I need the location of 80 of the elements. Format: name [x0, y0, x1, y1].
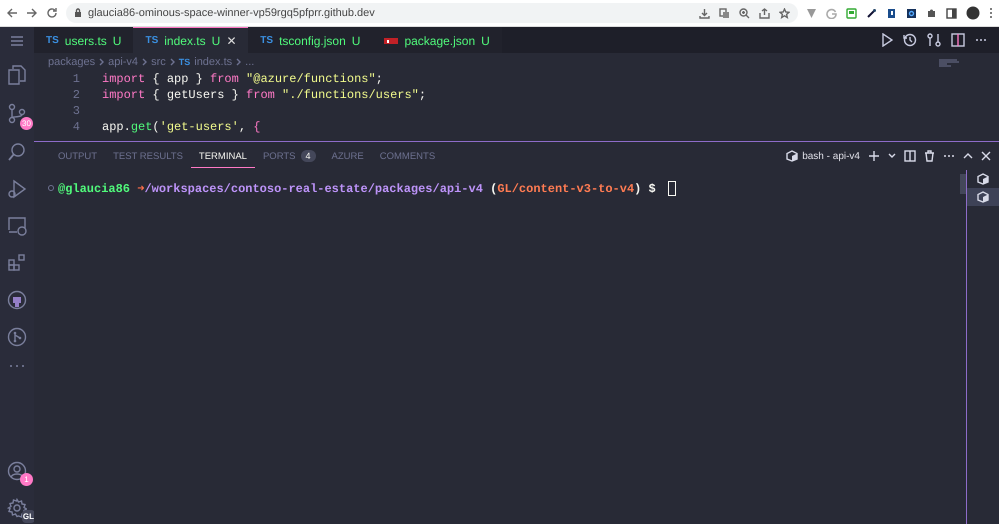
- code-line: app.get('get-users', {: [102, 120, 260, 134]
- terminal-list-item[interactable]: [967, 188, 999, 206]
- line-number: 4: [72, 120, 81, 134]
- editor-tab[interactable]: TS index.ts U ✕: [133, 27, 248, 53]
- search-icon[interactable]: [7, 142, 27, 162]
- trash-icon[interactable]: [924, 150, 935, 162]
- code-line: import { app } from "@azure/functions";: [102, 72, 383, 86]
- ports-count-badge: 4: [300, 150, 316, 162]
- chevron-icon: [170, 58, 175, 66]
- address-bar[interactable]: glaucia86-ominous-space-winner-vp59rgq5pfprr.github.dev: [66, 3, 798, 23]
- menu-icon[interactable]: [10, 35, 24, 47]
- line-number: 2: [72, 88, 81, 102]
- back-icon[interactable]: [6, 7, 18, 19]
- star-icon[interactable]: [779, 8, 790, 18]
- scrollbar[interactable]: [960, 174, 966, 194]
- tab-label: index.ts: [164, 34, 206, 48]
- line-number: 1: [72, 72, 81, 86]
- terminal-name[interactable]: bash - api-v4: [802, 150, 860, 162]
- url-text: glaucia86-ominous-space-winner-vp59rgq5pfprr.github.dev: [88, 7, 376, 19]
- run-icon[interactable]: [881, 33, 893, 47]
- git-graph-icon[interactable]: [7, 327, 27, 347]
- typescript-icon: TS: [145, 35, 158, 46]
- chevron-down-icon[interactable]: [888, 153, 896, 159]
- extensions-icon[interactable]: [7, 253, 27, 273]
- more-icon[interactable]: [943, 154, 955, 158]
- screen-icon[interactable]: [846, 8, 857, 18]
- npm-icon: [384, 36, 398, 44]
- typescript-config-icon: TS: [260, 35, 274, 46]
- compare-changes-icon[interactable]: [927, 33, 941, 47]
- tab-label: package.json: [404, 34, 476, 48]
- terminal-cursor: [668, 180, 676, 196]
- panel-tab[interactable]: PORTS 4: [254, 144, 324, 168]
- new-terminal-icon[interactable]: [868, 150, 880, 162]
- chevron-icon: [142, 58, 148, 66]
- terminal-shell-icon[interactable]: [977, 173, 989, 185]
- code-line: import { getUsers } from "./functions/users";: [102, 88, 426, 102]
- source-control-badge: 30: [20, 117, 33, 130]
- reload-icon[interactable]: [46, 7, 58, 19]
- panel-tab[interactable]: TERMINAL: [190, 144, 255, 168]
- terminal-shell-icon[interactable]: [786, 150, 798, 162]
- close-icon[interactable]: ✕: [226, 34, 236, 48]
- more-icon[interactable]: [989, 7, 993, 19]
- split-editor-icon[interactable]: [951, 33, 965, 47]
- puzzle-icon[interactable]: [926, 8, 937, 18]
- download-icon[interactable]: [699, 8, 710, 18]
- zoom-icon[interactable]: [739, 8, 750, 18]
- untracked-status: U: [112, 34, 122, 48]
- forward-icon[interactable]: [26, 7, 38, 19]
- remote-explorer-icon[interactable]: [7, 216, 27, 236]
- book-icon[interactable]: [886, 8, 897, 18]
- github-icon[interactable]: [7, 290, 27, 310]
- run-debug-icon[interactable]: [7, 179, 27, 199]
- sidebar-icon[interactable]: [946, 8, 957, 18]
- typescript-icon: TS: [178, 57, 190, 67]
- chevron-icon: [99, 58, 104, 66]
- accounts-badge: 1: [20, 473, 33, 486]
- history-icon[interactable]: [903, 33, 917, 47]
- close-icon[interactable]: [981, 151, 991, 161]
- untracked-status: U: [481, 34, 490, 48]
- more-icon[interactable]: [975, 38, 987, 42]
- typescript-icon: TS: [46, 35, 59, 46]
- terminal-shell-icon[interactable]: [977, 191, 989, 203]
- avatar-icon[interactable]: [966, 6, 980, 20]
- share-icon[interactable]: [759, 8, 770, 18]
- maximize-panel-icon[interactable]: [963, 153, 973, 159]
- chevron-icon: [236, 58, 242, 66]
- lock-icon: [74, 8, 82, 18]
- command-status-dot: [48, 185, 54, 191]
- untracked-status: U: [352, 34, 360, 48]
- account-icon[interactable]: [7, 461, 27, 481]
- tab-label: tsconfig.json: [279, 34, 346, 48]
- split-terminal-icon[interactable]: [904, 150, 916, 162]
- terminal-prompt: @glaucia86 ➜/workspaces/contoso-real-estate/packages/api-v4 (GL/content-v3-to-v4) $: [58, 180, 657, 196]
- atom-icon[interactable]: [906, 8, 917, 18]
- eyedropper-icon[interactable]: [866, 8, 877, 18]
- untracked-status: U: [212, 34, 220, 48]
- translate-icon[interactable]: [719, 8, 730, 18]
- line-number: 3: [72, 104, 81, 118]
- files-icon[interactable]: [7, 64, 27, 86]
- tab-label: users.ts: [64, 34, 107, 48]
